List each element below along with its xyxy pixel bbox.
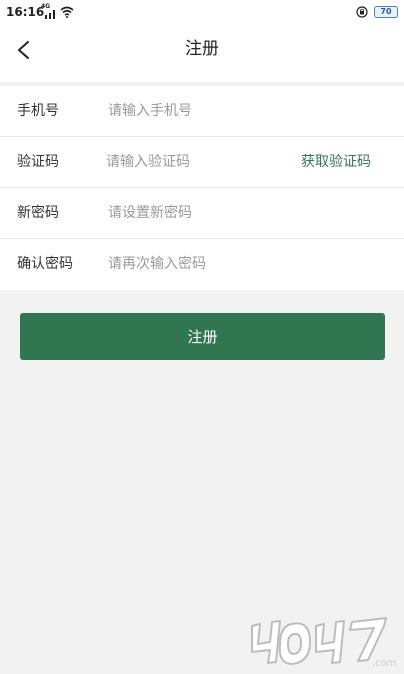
- battery-level: 70: [380, 7, 392, 16]
- password-row: 新密码: [0, 188, 404, 239]
- confirm-input[interactable]: [108, 251, 288, 277]
- watermark-logo: .com: [251, 617, 397, 669]
- confirm-row: 确认密码: [0, 239, 404, 290]
- back-button[interactable]: [10, 36, 40, 66]
- register-form: 手机号 验证码 获取验证码 新密码 确认密码: [0, 86, 404, 290]
- wifi-icon: [60, 6, 74, 18]
- password-label: 新密码: [17, 205, 59, 221]
- get-code-button[interactable]: 获取验证码: [301, 137, 371, 188]
- confirm-label: 确认密码: [17, 256, 73, 272]
- register-button[interactable]: 注册: [20, 313, 385, 360]
- rotate-lock-icon: [356, 6, 368, 18]
- nav-bar: 注册: [0, 26, 404, 82]
- password-input[interactable]: [108, 200, 288, 226]
- page-title: 注册: [185, 39, 219, 59]
- phone-label: 手机号: [17, 103, 59, 119]
- signal-icon: [45, 10, 55, 19]
- phone-input[interactable]: [108, 98, 288, 124]
- code-label: 验证码: [17, 154, 59, 170]
- code-row: 验证码 获取验证码: [0, 137, 404, 188]
- svg-text:.com: .com: [372, 658, 397, 669]
- phone-row: 手机号: [0, 86, 404, 137]
- battery-icon: 70: [374, 6, 398, 18]
- chevron-left-icon: [18, 41, 29, 59]
- status-time: 16:16: [6, 5, 45, 19]
- code-input[interactable]: [106, 149, 276, 175]
- status-bar: 16:16 4G 70: [0, 0, 404, 26]
